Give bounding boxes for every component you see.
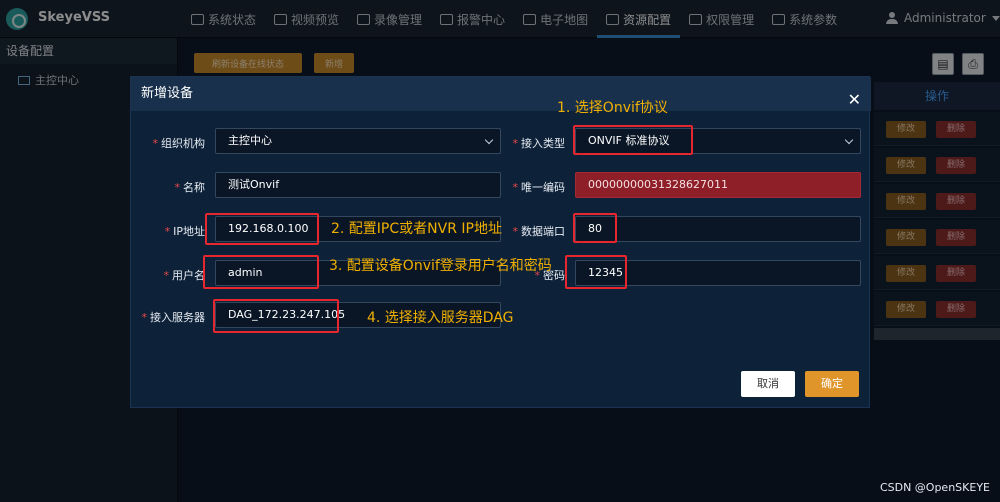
add-device-dialog: 新增设备 ✕ * 组织机构 主控中心 * 接入类型 ONVIF 标准协议 * 名称 测… xyxy=(130,76,871,408)
annotation-step-4: 4. 选择接入服务器DAG xyxy=(367,310,514,326)
access-type-label: * 接入类型 xyxy=(512,137,566,150)
dialog-title: 新增设备 ✕ xyxy=(131,77,871,111)
highlight-username xyxy=(203,255,319,289)
name-label: * 名称 xyxy=(174,181,206,194)
watermark: CSDN @OpenSKEYE xyxy=(879,481,990,494)
org-label: * 组织机构 xyxy=(152,137,206,150)
unique-code-input[interactable]: 00000000031328627011 xyxy=(575,172,861,198)
annotation-step-1: 1. 选择Onvif协议 xyxy=(557,100,668,116)
chevron-down-icon xyxy=(484,135,494,145)
org-select[interactable]: 主控中心 xyxy=(215,128,501,154)
highlight-access-type xyxy=(573,125,693,155)
highlight-ip xyxy=(205,213,319,245)
annotation-step-2: 2. 配置IPC或者NVR IP地址 xyxy=(331,221,502,237)
close-icon[interactable]: ✕ xyxy=(848,83,861,117)
data-port-label: * 数据端口 xyxy=(512,225,566,238)
chevron-down-icon xyxy=(844,135,854,145)
highlight-data-port xyxy=(573,213,617,243)
highlight-password xyxy=(565,255,627,289)
annotation-step-3: 3. 配置设备Onvif登录用户名和密码 xyxy=(329,258,552,274)
unique-code-label: * 唯一编码 xyxy=(512,181,566,194)
data-port-input[interactable]: 80 xyxy=(575,216,861,242)
cancel-button[interactable]: 取消 xyxy=(741,371,795,397)
username-label: * 用户名 xyxy=(163,269,206,282)
ip-label: * IP地址 xyxy=(164,225,205,238)
server-label: * 接入服务器 xyxy=(141,311,206,324)
confirm-button[interactable]: 确定 xyxy=(805,371,859,397)
name-input[interactable]: 测试Onvif xyxy=(215,172,501,198)
highlight-server xyxy=(213,299,339,333)
